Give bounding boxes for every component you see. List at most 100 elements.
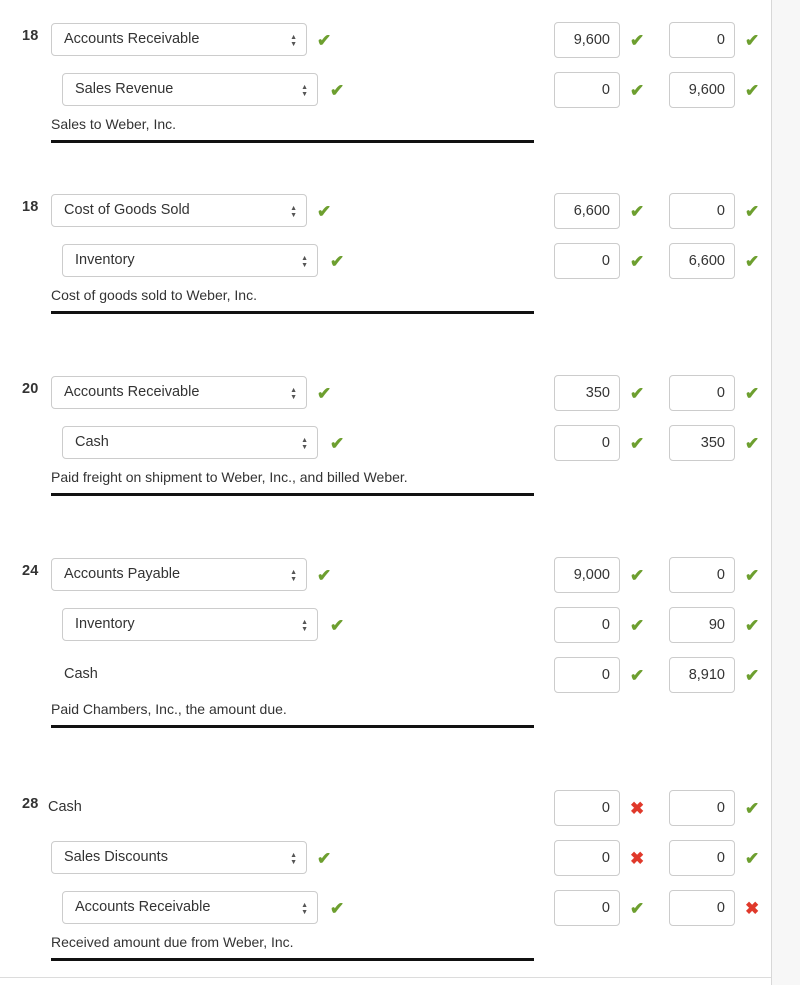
- account-select-value: Accounts Receivable: [64, 384, 200, 400]
- select-updown-icon[interactable]: ▲ ▼: [301, 74, 308, 105]
- account-select-wrapper: Accounts Receivable ▲ ▼: [62, 891, 318, 924]
- entry-divider-rule: [51, 311, 534, 314]
- journal-entry-row: 24 Accounts Payable ▲ ▼ ✔ 9,000 ✔ 0 ✔: [0, 549, 771, 599]
- credit-amount-input[interactable]: 8,910: [669, 657, 735, 693]
- debit-amount-input[interactable]: 350: [554, 375, 620, 411]
- entry-date: 28: [22, 796, 39, 812]
- page-bottom-rule: [0, 977, 771, 978]
- correct-check-icon: ✔: [330, 899, 345, 918]
- credit-amount-input[interactable]: 0: [669, 890, 735, 926]
- journal-entry: 28 Cash 0 ✖ 0 ✔ Sales Discounts ▲ ▼ ✔ 0 ✖ 0 ✔ Accounts…: [0, 782, 771, 972]
- correct-check-icon: ✔: [745, 799, 760, 818]
- account-select-wrapper: Accounts Receivable ▲ ▼: [51, 23, 307, 56]
- correct-check-icon: ✔: [330, 434, 345, 453]
- journal-entry-row: Inventory ▲ ▼ ✔ 0 ✔ 6,600 ✔: [0, 235, 771, 285]
- credit-amount-input[interactable]: 6,600: [669, 243, 735, 279]
- debit-amount-input[interactable]: 0: [554, 840, 620, 876]
- select-updown-icon[interactable]: ▲ ▼: [290, 195, 297, 226]
- select-updown-icon[interactable]: ▲ ▼: [301, 427, 308, 458]
- debit-amount-input[interactable]: 0: [554, 790, 620, 826]
- entry-divider-rule: [51, 725, 534, 728]
- entry-memo-text: Paid Chambers, Inc., the amount due.: [51, 701, 287, 717]
- correct-check-icon: ✔: [330, 616, 345, 635]
- correct-check-icon: ✔: [745, 252, 760, 271]
- account-select-value: Inventory: [75, 616, 135, 632]
- correct-check-icon: ✔: [745, 666, 760, 685]
- account-select[interactable]: Accounts Receivable ▲ ▼: [62, 891, 318, 924]
- correct-check-icon: ✔: [330, 81, 345, 100]
- credit-amount-input[interactable]: 0: [669, 22, 735, 58]
- account-static-label: Cash: [48, 799, 82, 815]
- correct-check-icon: ✔: [317, 31, 332, 50]
- entry-memo: Paid freight on shipment to Weber, Inc.,…: [0, 467, 771, 507]
- correct-check-icon: ✔: [745, 31, 760, 50]
- debit-amount-input[interactable]: 0: [554, 607, 620, 643]
- correct-check-icon: ✔: [745, 849, 760, 868]
- credit-amount-input[interactable]: 0: [669, 193, 735, 229]
- debit-amount-input[interactable]: 0: [554, 657, 620, 693]
- entry-date: 18: [22, 28, 39, 44]
- credit-amount-input[interactable]: 0: [669, 790, 735, 826]
- journal-entry-row: Sales Revenue ▲ ▼ ✔ 0 ✔ 9,600 ✔: [0, 64, 771, 114]
- journal-entry-row: 20 Accounts Receivable ▲ ▼ ✔ 350 ✔ 0 ✔: [0, 367, 771, 417]
- account-select[interactable]: Inventory ▲ ▼: [62, 244, 318, 277]
- select-updown-icon[interactable]: ▲ ▼: [301, 892, 308, 923]
- select-updown-icon[interactable]: ▲ ▼: [301, 245, 308, 276]
- credit-amount-input[interactable]: 9,600: [669, 72, 735, 108]
- account-static-label: Cash: [64, 666, 98, 682]
- entry-memo-text: Received amount due from Weber, Inc.: [51, 934, 294, 950]
- account-select-value: Inventory: [75, 252, 135, 268]
- debit-amount-input[interactable]: 0: [554, 425, 620, 461]
- account-select[interactable]: Sales Discounts ▲ ▼: [51, 841, 307, 874]
- entry-memo-text: Paid freight on shipment to Weber, Inc.,…: [51, 469, 408, 485]
- account-select[interactable]: Sales Revenue ▲ ▼: [62, 73, 318, 106]
- entry-divider-rule: [51, 958, 534, 961]
- debit-amount-input[interactable]: 6,600: [554, 193, 620, 229]
- account-select-value: Cost of Goods Sold: [64, 202, 190, 218]
- debit-amount-input[interactable]: 0: [554, 243, 620, 279]
- account-select-value: Sales Revenue: [75, 81, 174, 97]
- correct-check-icon: ✔: [745, 434, 760, 453]
- credit-amount-input[interactable]: 0: [669, 840, 735, 876]
- journal-entry-page: 18 Accounts Receivable ▲ ▼ ✔ 9,600 ✔ 0 ✔ Sales Re…: [0, 0, 800, 985]
- debit-amount-input[interactable]: 0: [554, 890, 620, 926]
- select-updown-icon[interactable]: ▲ ▼: [290, 559, 297, 590]
- credit-amount-input[interactable]: 350: [669, 425, 735, 461]
- account-select-wrapper: Cost of Goods Sold ▲ ▼: [51, 194, 307, 227]
- credit-amount-input[interactable]: 90: [669, 607, 735, 643]
- account-select[interactable]: Cash ▲ ▼: [62, 426, 318, 459]
- journal-entry-row: Inventory ▲ ▼ ✔ 0 ✔ 90 ✔: [0, 599, 771, 649]
- account-select-wrapper: Inventory ▲ ▼: [62, 608, 318, 641]
- correct-check-icon: ✔: [630, 31, 645, 50]
- account-select[interactable]: Accounts Payable ▲ ▼: [51, 558, 307, 591]
- correct-check-icon: ✔: [630, 252, 645, 271]
- select-updown-icon[interactable]: ▲ ▼: [301, 609, 308, 640]
- select-updown-icon[interactable]: ▲ ▼: [290, 842, 297, 873]
- entry-memo: Sales to Weber, Inc.: [0, 114, 771, 154]
- correct-check-icon: ✔: [630, 434, 645, 453]
- right-gutter: [771, 0, 800, 985]
- debit-amount-input[interactable]: 9,600: [554, 22, 620, 58]
- account-select[interactable]: Inventory ▲ ▼: [62, 608, 318, 641]
- correct-check-icon: ✔: [317, 202, 332, 221]
- journal-entry: 24 Accounts Payable ▲ ▼ ✔ 9,000 ✔ 0 ✔ Inventory ▲ ▼…: [0, 549, 771, 739]
- correct-check-icon: ✔: [630, 384, 645, 403]
- debit-amount-input[interactable]: 0: [554, 72, 620, 108]
- account-select-value: Accounts Receivable: [64, 31, 200, 47]
- incorrect-cross-icon: ✖: [630, 799, 645, 818]
- select-updown-icon[interactable]: ▲ ▼: [290, 377, 297, 408]
- journal-entry-row: Cash ▲ ▼ ✔ 0 ✔ 350 ✔: [0, 417, 771, 467]
- account-select[interactable]: Accounts Receivable ▲ ▼: [51, 23, 307, 56]
- entry-date: 20: [22, 381, 39, 397]
- entry-date: 24: [22, 563, 39, 579]
- select-updown-icon[interactable]: ▲ ▼: [290, 24, 297, 55]
- correct-check-icon: ✔: [745, 384, 760, 403]
- entry-memo: Cost of goods sold to Weber, Inc.: [0, 285, 771, 325]
- journal-entry-row: 28 Cash 0 ✖ 0 ✔: [0, 782, 771, 832]
- debit-amount-input[interactable]: 9,000: [554, 557, 620, 593]
- credit-amount-input[interactable]: 0: [669, 557, 735, 593]
- account-select-value: Accounts Receivable: [75, 899, 211, 915]
- account-select[interactable]: Cost of Goods Sold ▲ ▼: [51, 194, 307, 227]
- account-select[interactable]: Accounts Receivable ▲ ▼: [51, 376, 307, 409]
- credit-amount-input[interactable]: 0: [669, 375, 735, 411]
